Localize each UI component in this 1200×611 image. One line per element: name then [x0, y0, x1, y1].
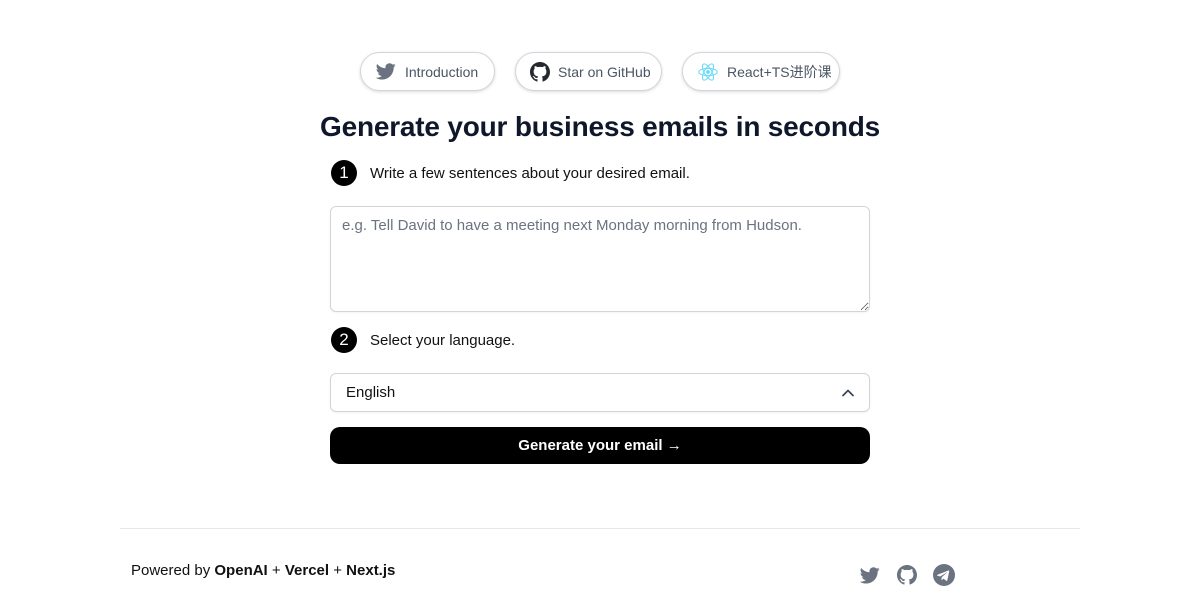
react-icon — [697, 61, 719, 83]
nextjs-link[interactable]: Next.js — [346, 562, 395, 579]
twitter-icon — [375, 61, 397, 83]
page: Introduction Star on GitHub React+TS进阶课 … — [0, 0, 1200, 611]
github-label: Star on GitHub — [558, 63, 651, 80]
star-on-github-link[interactable]: Star on GitHub — [515, 52, 662, 91]
step-number-badge: 2 — [331, 327, 357, 353]
language-select-value: English — [346, 384, 396, 401]
powered-prefix: Powered by — [131, 562, 215, 579]
footer-divider — [120, 528, 1080, 529]
powered-by-text: Powered by OpenAI + Vercel + Next.js — [131, 562, 395, 579]
react-ts-course-link[interactable]: React+TS进阶课 — [682, 52, 840, 91]
plus-separator: + — [267, 562, 285, 579]
vercel-link[interactable]: Vercel — [285, 562, 329, 579]
twitter-icon[interactable] — [858, 563, 882, 587]
generate-email-button[interactable]: Generate your email → — [330, 427, 870, 464]
step-1: 1 Write a few sentences about your desir… — [331, 160, 690, 186]
step-number-badge: 1 — [331, 160, 357, 186]
course-label: React+TS进阶课 — [727, 63, 832, 80]
language-select[interactable]: English — [330, 373, 870, 412]
github-icon[interactable] — [895, 563, 919, 587]
introduction-link[interactable]: Introduction — [360, 52, 495, 91]
page-title: Generate your business emails in seconds — [320, 111, 880, 142]
introduction-label: Introduction — [405, 63, 479, 80]
telegram-icon[interactable] — [932, 563, 956, 587]
email-description-input[interactable] — [330, 206, 870, 312]
step-label: Write a few sentences about your desired… — [370, 164, 690, 182]
social-links — [858, 563, 956, 587]
openai-link[interactable]: OpenAI — [214, 562, 267, 579]
chevron-up-icon — [842, 384, 854, 402]
top-links: Introduction Star on GitHub React+TS进阶课 — [0, 52, 1200, 91]
step-2: 2 Select your language. — [331, 327, 515, 353]
step-label: Select your language. — [370, 331, 516, 349]
plus-separator: + — [329, 562, 347, 579]
github-icon — [530, 61, 550, 83]
